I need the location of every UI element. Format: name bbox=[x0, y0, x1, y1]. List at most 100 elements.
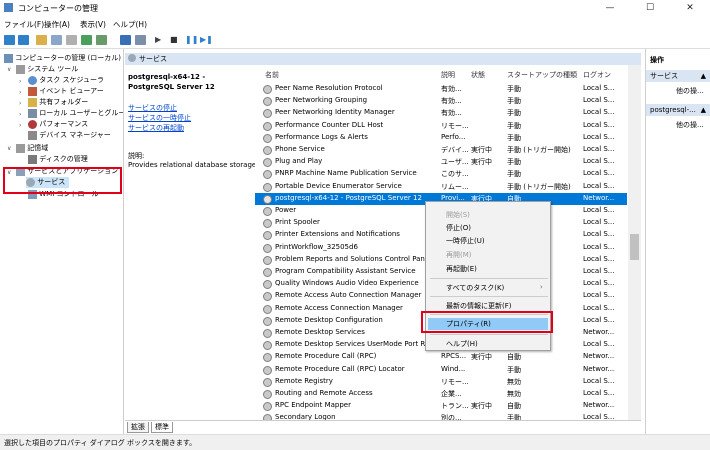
expand-caret-icon[interactable]: › bbox=[19, 78, 21, 85]
tree-item-event-viewer[interactable]: イベント ビューアー bbox=[28, 86, 104, 97]
forward-arrow-icon[interactable] bbox=[18, 35, 29, 45]
minimize-button[interactable]: — bbox=[590, 0, 630, 17]
tree-item-system-tools[interactable]: システム ツール bbox=[16, 64, 78, 75]
tree-item-storage[interactable]: 記憶域 bbox=[16, 143, 48, 154]
cell-status: 実行中 bbox=[471, 146, 492, 154]
cell-startup: 手動 bbox=[507, 365, 521, 374]
column-header-name[interactable]: 名前 bbox=[265, 70, 279, 80]
table-row[interactable]: Phone Service デバイ... 実行中 手動 (トリガー開始) Local S… bbox=[255, 144, 627, 156]
table-row[interactable]: Performance Logs & Alerts Perfo... 手動 Local… bbox=[255, 132, 627, 144]
table-row[interactable]: Performance Counter DLL Host リモー... 手動 Loca… bbox=[255, 120, 627, 132]
table-row[interactable]: Portable Device Enumerator Service リムー...… bbox=[255, 181, 627, 193]
menu-item-refresh[interactable]: 最新の情報に更新(F) bbox=[446, 301, 512, 311]
table-row[interactable]: Secondary Logon 別の... 手動 Local S... bbox=[255, 412, 627, 420]
cell-logon: Local S... bbox=[583, 169, 615, 178]
tree-item-local-users[interactable]: ローカル ユーザーとグループ bbox=[28, 108, 123, 119]
restart-service-link[interactable]: サービスの再起動 bbox=[128, 123, 184, 133]
expand-caret-icon[interactable]: › bbox=[19, 89, 21, 96]
tab-extended[interactable]: 拡張 bbox=[127, 422, 149, 433]
back-arrow-icon[interactable] bbox=[4, 35, 15, 45]
properties-icon[interactable] bbox=[66, 35, 77, 45]
cell-desc: リムー... bbox=[441, 182, 469, 191]
cell-name: Performance Logs & Alerts bbox=[275, 132, 368, 141]
menu-view[interactable]: 表示(V) bbox=[80, 19, 106, 30]
maximize-button[interactable]: ☐ bbox=[630, 0, 670, 17]
folder-up-icon[interactable] bbox=[36, 35, 47, 45]
collapse-up-icon[interactable]: ▲ bbox=[701, 70, 706, 82]
column-header-logon[interactable]: ログオン bbox=[583, 70, 611, 80]
cell-logon: Local S... bbox=[583, 291, 615, 300]
menu-file[interactable]: ファイル(F) bbox=[4, 19, 44, 30]
table-row[interactable]: Peer Networking Identity Manager 有効... 手動 L… bbox=[255, 107, 627, 119]
menu-action[interactable]: 操作(A) bbox=[44, 19, 70, 30]
tree-item-performance[interactable]: パフォーマンス bbox=[28, 119, 88, 130]
play-icon[interactable]: ▶ bbox=[155, 35, 166, 45]
expand-caret-icon[interactable]: › bbox=[19, 100, 21, 107]
refresh-icon[interactable] bbox=[81, 35, 92, 45]
actions-more-link[interactable]: 他の操... bbox=[646, 86, 710, 96]
actions-section-services[interactable]: サービス ▲ bbox=[646, 70, 710, 82]
menu-item-start[interactable]: 開始(S) bbox=[446, 210, 470, 220]
expand-caret-icon[interactable]: › bbox=[19, 122, 21, 129]
show-tree-icon[interactable] bbox=[51, 35, 62, 45]
close-button[interactable]: ✕ bbox=[670, 0, 710, 17]
table-row[interactable]: PNRP Machine Name Publication Service このサ… bbox=[255, 168, 627, 180]
console-icon[interactable] bbox=[135, 35, 146, 45]
service-gear-icon bbox=[263, 268, 272, 277]
table-row[interactable]: Remote Procedure Call (RPC) Locator Wind.… bbox=[255, 364, 627, 376]
actions-more-link[interactable]: 他の操... bbox=[646, 120, 710, 130]
stop-icon[interactable]: ■ bbox=[170, 35, 181, 45]
menu-item-pause[interactable]: 一時停止(U) bbox=[446, 236, 485, 246]
service-gear-icon bbox=[263, 158, 272, 168]
description-text: Provides relational database storage. bbox=[128, 161, 255, 169]
tree-item-disk-management[interactable]: ディスクの管理 bbox=[28, 154, 88, 165]
service-gear-icon bbox=[263, 353, 272, 363]
table-row[interactable]: Peer Name Resolution Protocol 有効... 手動 Loca… bbox=[255, 83, 627, 95]
pause-service-link[interactable]: サービスの一時停止 bbox=[128, 113, 191, 123]
tree-item-task-scheduler[interactable]: タスク スケジューラ bbox=[28, 75, 104, 86]
status-text: 選択した項目のプロパティ ダイアログ ボックスを開きます。 bbox=[4, 439, 197, 447]
stop-service-link[interactable]: サービスの停止 bbox=[128, 103, 177, 113]
scrollbar-thumb[interactable] bbox=[630, 234, 639, 260]
service-gear-icon bbox=[263, 231, 272, 241]
menu-item-all-tasks[interactable]: すべてのタスク(K) bbox=[446, 283, 504, 293]
service-gear-icon bbox=[263, 255, 272, 265]
tree-item-shared-folders[interactable]: 共有フォルダー bbox=[28, 97, 88, 108]
cell-name: Remote Procedure Call (RPC) bbox=[275, 352, 377, 361]
tree-item-device-manager[interactable]: デバイス マネージャー bbox=[28, 130, 111, 141]
table-row[interactable]: Remote Procedure Call (RPC) RPCS... 実行中 自動 N… bbox=[255, 351, 627, 363]
pause-icon[interactable]: ❚❚ bbox=[185, 35, 198, 45]
expand-caret-icon[interactable]: ∨ bbox=[7, 66, 11, 73]
table-row[interactable]: Remote Registry リモー... 無効 Local S... bbox=[255, 376, 627, 388]
cell-startup: 手動 (トリガー開始) bbox=[507, 182, 571, 191]
cell-name: Peer Name Resolution Protocol bbox=[275, 84, 383, 92]
collapse-up-icon[interactable]: ▲ bbox=[701, 104, 706, 116]
menu-item-resume[interactable]: 再開(M) bbox=[446, 250, 472, 260]
menu-item-stop[interactable]: 停止(O) bbox=[446, 223, 471, 233]
menu-item-restart[interactable]: 再起動(E) bbox=[446, 264, 477, 274]
column-header-startup-type[interactable]: スタートアップの種類 bbox=[507, 70, 577, 80]
table-row[interactable]: RPC Endpoint Mapper トラン... 実行中 自動 Networ... bbox=[255, 400, 627, 412]
table-row[interactable]: Plug and Play ユーザ... 実行中 手動 Local S... bbox=[255, 156, 627, 168]
table-row[interactable]: Routing and Remote Access 企業... 無効 Local S.… bbox=[255, 388, 627, 400]
column-header-description[interactable]: 説明 bbox=[441, 70, 455, 80]
help-icon[interactable] bbox=[120, 35, 131, 45]
event-viewer-icon bbox=[28, 86, 37, 96]
cell-name: PNRP Machine Name Publication Service bbox=[275, 169, 417, 178]
actions-section-postgresql[interactable]: postgresql-... ▲ bbox=[646, 104, 710, 116]
cell-name: postgresql-x64-12 - PostgreSQL Server 12 bbox=[275, 193, 422, 202]
window-title: コンピューターの管理 bbox=[18, 4, 98, 13]
tree-item-computer-management[interactable]: コンピューターの管理 (ローカル) bbox=[4, 53, 121, 64]
service-gear-icon bbox=[263, 194, 272, 204]
restart-icon[interactable]: ▶❚ bbox=[200, 35, 213, 45]
export-icon[interactable] bbox=[96, 35, 107, 45]
expand-caret-icon[interactable]: ∨ bbox=[7, 145, 11, 152]
column-header-status[interactable]: 状態 bbox=[471, 70, 485, 80]
cell-name: Phone Service bbox=[275, 145, 325, 153]
cell-startup: 手動 bbox=[507, 158, 521, 167]
expand-caret-icon[interactable]: › bbox=[19, 111, 21, 118]
menu-help[interactable]: ヘルプ(H) bbox=[113, 19, 147, 30]
table-row[interactable]: Peer Networking Grouping 有効... 手動 Local S..… bbox=[255, 95, 627, 107]
tab-standard[interactable]: 標準 bbox=[151, 422, 173, 433]
menu-item-help[interactable]: ヘルプ(H) bbox=[446, 339, 478, 349]
